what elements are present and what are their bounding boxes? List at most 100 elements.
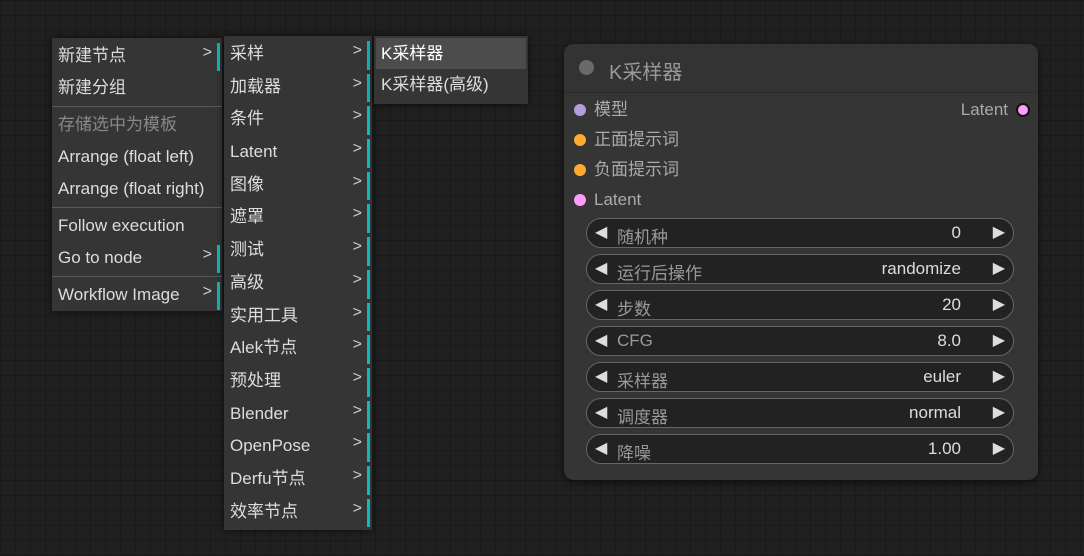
submenu-arrow-icon: > [352, 107, 362, 125]
submenu-indicator [367, 171, 370, 201]
widget-0[interactable]: ◀ 随机种 0 ▶ [586, 218, 1014, 248]
menu-item-category[interactable]: OpenPose > [224, 430, 372, 463]
increment-arrow-icon[interactable]: ▶ [993, 258, 1005, 278]
menu-item-category[interactable]: Derfu节点 > [224, 463, 372, 496]
decrement-arrow-icon[interactable]: ◀ [595, 438, 607, 458]
input-slot[interactable]: 模型 [574, 98, 628, 122]
input-slot-label: Latent [594, 190, 642, 209]
menu-item-label: 实用工具 [230, 305, 298, 325]
menu-item-go-to-node[interactable]: Go to node > [52, 242, 222, 274]
menu-item-ksampler[interactable]: K采样器 [376, 38, 526, 69]
input-slot[interactable]: 正面提示词 [574, 128, 679, 152]
decrement-arrow-icon[interactable]: ◀ [595, 258, 607, 278]
menu-item-label: Derfu节点 [230, 468, 306, 488]
menu-item-category[interactable]: 测试 > [224, 234, 372, 267]
input-slot[interactable]: 负面提示词 [574, 158, 679, 182]
menu-item-category[interactable]: 条件 > [224, 103, 372, 136]
widget-value[interactable]: euler [923, 367, 961, 387]
menu-item-category[interactable]: 采样 > [224, 38, 372, 71]
menu-item-category[interactable]: Alek节点 > [224, 332, 372, 365]
increment-arrow-icon[interactable]: ▶ [993, 222, 1005, 242]
widget-label: 降噪 [617, 444, 651, 463]
widget-5[interactable]: ◀ 调度器 normal ▶ [586, 398, 1014, 428]
submenu-indicator [367, 367, 370, 397]
output-slot[interactable]: Latent [961, 98, 1030, 122]
input-slot[interactable]: Latent [574, 188, 641, 212]
menu-item-label: 测试 [230, 240, 264, 260]
menu-item-category[interactable]: 遮罩 > [224, 201, 372, 234]
increment-arrow-icon[interactable]: ▶ [993, 438, 1005, 458]
widget-4[interactable]: ◀ 采样器 euler ▶ [586, 362, 1014, 392]
node-collapse-toggle[interactable] [579, 60, 594, 75]
menu-item-label: K采样器 [381, 44, 444, 63]
node-header[interactable]: K采样器 [564, 44, 1038, 93]
input-connector-icon[interactable] [574, 164, 586, 176]
submenu-arrow-icon: > [352, 434, 362, 452]
menu-item-ksampler-advanced[interactable]: K采样器(高级) [376, 69, 526, 100]
menu-item-follow-execution[interactable]: Follow execution [52, 210, 222, 242]
menu-item-arrange-float-right[interactable]: Arrange (float right) [52, 173, 222, 205]
menu-item-arrange-float-left[interactable]: Arrange (float left) [52, 141, 222, 173]
output-connector-icon[interactable] [1016, 103, 1030, 117]
submenu-arrow-icon: > [352, 42, 362, 59]
widget-6[interactable]: ◀ 降噪 1.00 ▶ [586, 434, 1014, 464]
widget-value[interactable]: 0 [952, 223, 961, 243]
widget-value[interactable]: 1.00 [928, 439, 961, 459]
widget-label: CFG [617, 331, 653, 350]
increment-arrow-icon[interactable]: ▶ [993, 330, 1005, 350]
menu-separator [52, 106, 222, 107]
decrement-arrow-icon[interactable]: ◀ [595, 330, 607, 350]
submenu-arrow-icon: > [202, 246, 212, 263]
increment-arrow-icon[interactable]: ▶ [993, 402, 1005, 422]
menu-item-category[interactable]: 加载器 > [224, 71, 372, 104]
menu-item-label: Alek节点 [230, 338, 298, 358]
input-connector-icon[interactable] [574, 134, 586, 146]
decrement-arrow-icon[interactable]: ◀ [595, 366, 607, 386]
submenu-indicator [367, 465, 370, 495]
input-slot-label: 正面提示词 [594, 130, 679, 149]
submenu-indicator [367, 204, 370, 234]
menu-item-label: Arrange (float right) [58, 179, 205, 198]
submenu-arrow-icon: > [352, 205, 362, 223]
submenu-indicator [217, 245, 220, 273]
submenu-indicator [367, 41, 370, 70]
increment-arrow-icon[interactable]: ▶ [993, 366, 1005, 386]
decrement-arrow-icon[interactable]: ◀ [595, 402, 607, 422]
menu-item-label: 采样 [230, 44, 264, 63]
menu-item-category[interactable]: 高级 > [224, 267, 372, 300]
decrement-arrow-icon[interactable]: ◀ [595, 222, 607, 242]
ksampler-node[interactable]: K采样器 模型 正面提示词 负面提示词 Latent Latent ◀ 随机种 0 ▶ ◀ 运行后操… [564, 44, 1038, 480]
input-connector-icon[interactable] [574, 194, 586, 206]
widget-value[interactable]: 8.0 [937, 331, 961, 351]
widget-value[interactable]: normal [909, 403, 961, 423]
increment-arrow-icon[interactable]: ▶ [993, 294, 1005, 314]
menu-separator [52, 276, 222, 277]
widget-2[interactable]: ◀ 步数 20 ▶ [586, 290, 1014, 320]
input-connector-icon[interactable] [574, 104, 586, 116]
widget-value[interactable]: 20 [942, 295, 961, 315]
menu-item-category[interactable]: 效率节点 > [224, 496, 372, 529]
menu-item-category[interactable]: 图像 > [224, 169, 372, 202]
widget-1[interactable]: ◀ 运行后操作 randomize ▶ [586, 254, 1014, 284]
submenu-indicator [367, 106, 370, 136]
widget-label: 随机种 [617, 228, 668, 247]
menu-item-category[interactable]: Blender > [224, 398, 372, 431]
menu-item-label: 遮罩 [230, 207, 264, 227]
widget-3[interactable]: ◀ CFG 8.0 ▶ [586, 326, 1014, 356]
submenu-arrow-icon: > [352, 303, 362, 321]
widget-label: 步数 [617, 300, 651, 319]
node-title: K采样器 [609, 62, 683, 84]
menu-item-category[interactable]: Latent > [224, 136, 372, 169]
submenu-indicator [367, 498, 370, 528]
menu-item-category[interactable]: 预处理 > [224, 365, 372, 398]
menu-item-label: Workflow Image [58, 285, 180, 304]
widget-value[interactable]: randomize [882, 259, 961, 279]
menu-item-new-group[interactable]: 新建分组 [52, 72, 222, 104]
menu-item-workflow-image[interactable]: Workflow Image > [52, 279, 222, 311]
submenu-indicator [367, 139, 370, 168]
menu-item-new-node[interactable]: 新建节点 > [52, 40, 222, 72]
menu-item-save-as-template: 存储选中为模板 [52, 109, 222, 141]
widget-label: 采样器 [617, 372, 668, 391]
decrement-arrow-icon[interactable]: ◀ [595, 294, 607, 314]
menu-item-category[interactable]: 实用工具 > [224, 300, 372, 333]
